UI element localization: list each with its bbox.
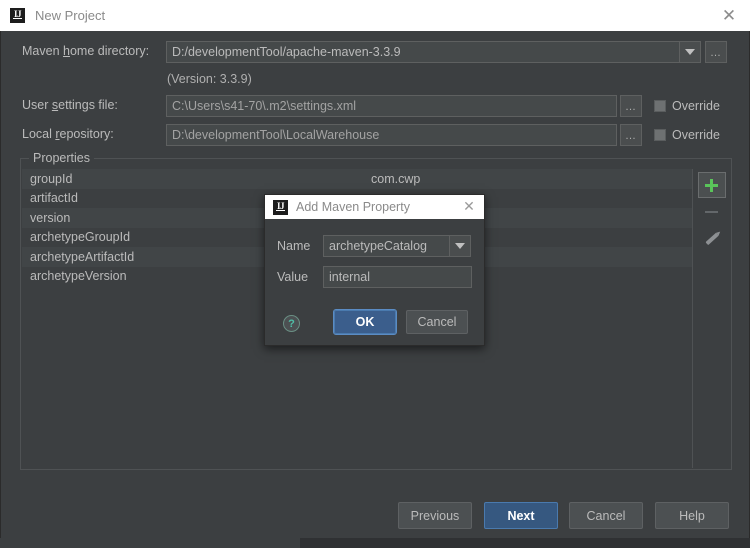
add-property-button[interactable]: [697, 172, 726, 198]
table-row[interactable]: groupId com.cwp: [22, 169, 693, 189]
cancel-button[interactable]: Cancel: [569, 502, 643, 529]
properties-toolbar: [692, 169, 730, 468]
maven-home-input[interactable]: D:/developmentTool/apache-maven-3.3.9: [166, 41, 680, 63]
footer-button-bar: Previous Next Cancel Help: [1, 502, 750, 529]
ij-logo-icon: IJ: [10, 8, 25, 23]
user-settings-row: User settings file:: [22, 98, 118, 112]
chevron-down-icon: [685, 49, 695, 55]
checkbox-box-icon: [654, 100, 666, 112]
window-title: New Project: [35, 8, 106, 23]
next-button[interactable]: Next: [484, 502, 558, 529]
ij-logo-icon: IJ: [273, 199, 288, 215]
local-repository-browse-button[interactable]: …: [620, 124, 642, 146]
maven-home-field-group: D:/developmentTool/apache-maven-3.3.9 …: [166, 41, 727, 63]
chevron-down-icon: [455, 243, 465, 249]
add-maven-property-dialog: IJ Add Maven Property ✕ Name archetypeCa…: [264, 194, 485, 346]
local-repository-input[interactable]: D:\developmentTool\LocalWarehouse: [166, 124, 617, 146]
checkbox-box-icon: [654, 129, 666, 141]
edit-property-button[interactable]: [698, 226, 726, 252]
local-repository-override-checkbox[interactable]: Override: [654, 128, 720, 142]
property-name-input[interactable]: archetypeCatalog: [323, 235, 450, 257]
property-value-input[interactable]: internal: [323, 266, 472, 288]
local-repository-field-group: D:\developmentTool\LocalWarehouse … Over…: [166, 124, 720, 146]
help-icon[interactable]: ?: [283, 315, 300, 332]
dialog-title: Add Maven Property: [296, 200, 410, 214]
dialog-cancel-button[interactable]: Cancel: [406, 310, 468, 334]
new-project-window: IJ New Project ✕ Maven home directory: D…: [0, 0, 750, 548]
dialog-value-row: Value internal: [277, 266, 472, 288]
minus-icon: [705, 211, 718, 213]
property-name-dropdown-button[interactable]: [450, 235, 471, 257]
dialog-name-row: Name archetypeCatalog: [277, 235, 471, 257]
help-button[interactable]: Help: [655, 502, 729, 529]
property-value: com.cwp: [371, 171, 421, 186]
maven-home-row: Maven home directory:: [22, 44, 149, 58]
dialog-ok-button[interactable]: OK: [333, 309, 397, 335]
dialog-titlebar: IJ Add Maven Property ✕: [265, 195, 484, 219]
close-icon[interactable]: ✕: [459, 197, 479, 217]
maven-home-label: Maven home directory:: [22, 44, 150, 58]
user-settings-field-group: C:\Users\s41-70\.m2\settings.xml … Overr…: [166, 95, 720, 117]
window-bottom-edge: [0, 538, 750, 548]
remove-property-button[interactable]: [698, 199, 726, 225]
local-repository-override-label: Override: [672, 128, 720, 142]
user-settings-browse-button[interactable]: …: [620, 95, 642, 117]
previous-button[interactable]: Previous: [398, 502, 472, 529]
maven-version-note: (Version: 3.3.9): [167, 72, 252, 86]
maven-home-browse-button[interactable]: …: [705, 41, 727, 63]
local-repository-row: Local repository:: [22, 127, 114, 141]
maven-home-dropdown-button[interactable]: [680, 41, 701, 63]
dialog-name-label: Name: [277, 239, 311, 253]
close-icon[interactable]: ✕: [716, 3, 742, 29]
pencil-icon: [704, 232, 719, 246]
dialog-value-label: Value: [277, 270, 309, 284]
window-titlebar: IJ New Project ✕: [0, 0, 750, 31]
window-bottom-left-segment: [0, 538, 300, 548]
plus-icon: [705, 178, 718, 192]
user-settings-override-label: Override: [672, 99, 720, 113]
property-key: groupId: [30, 171, 73, 186]
user-settings-input[interactable]: C:\Users\s41-70\.m2\settings.xml: [166, 95, 617, 117]
user-settings-label: User settings file:: [22, 98, 118, 112]
local-repository-label: Local repository:: [22, 127, 114, 141]
properties-title: Properties: [29, 151, 94, 165]
user-settings-override-checkbox[interactable]: Override: [654, 99, 720, 113]
